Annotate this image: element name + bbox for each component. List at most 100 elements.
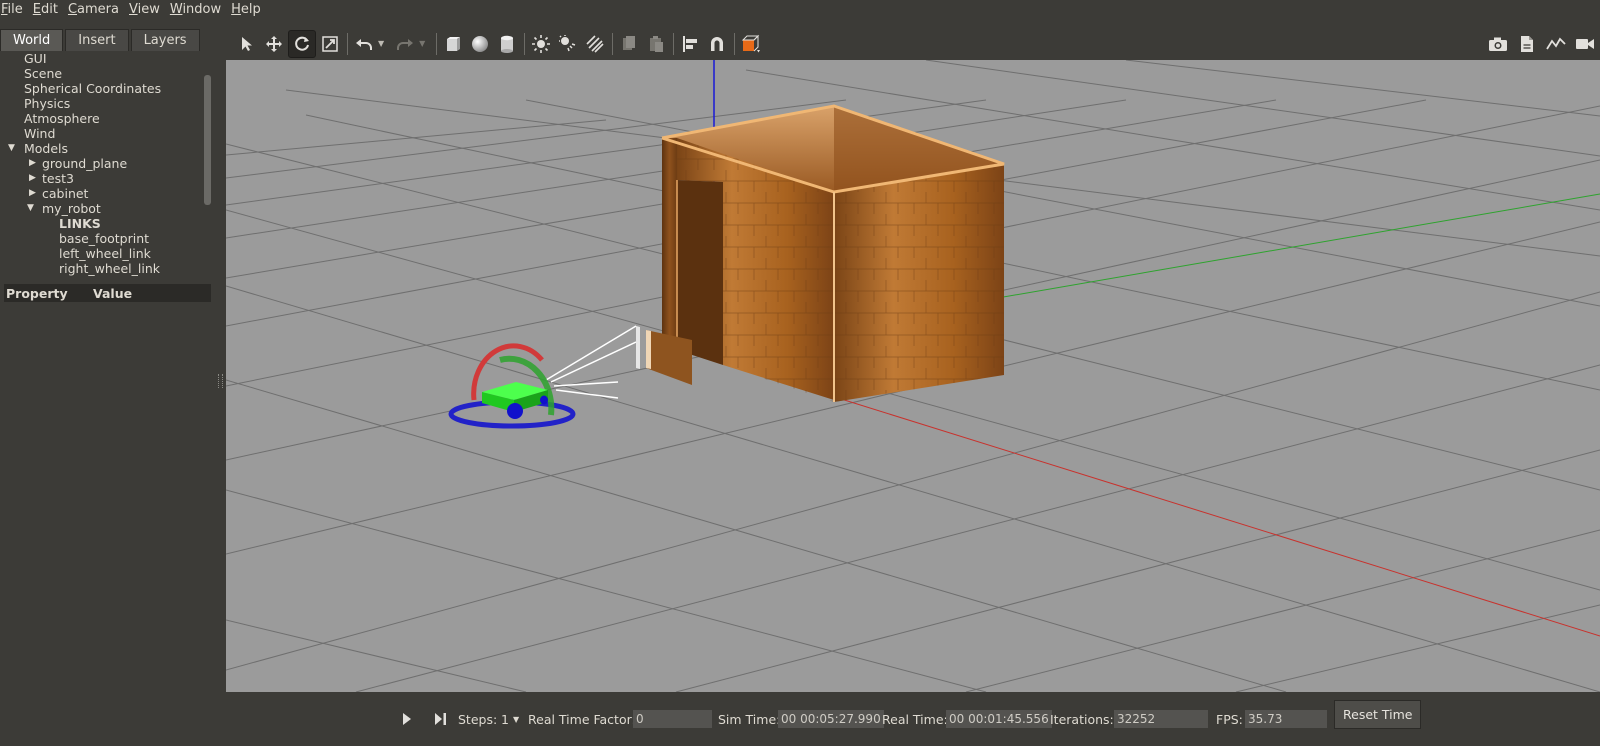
steps-label: Steps:	[458, 711, 498, 727]
scale-icon[interactable]	[317, 31, 343, 57]
property-column-header: Property	[6, 285, 68, 301]
redo-dropdown-icon[interactable]: ▼	[419, 39, 425, 48]
paste-icon[interactable]	[643, 31, 669, 57]
rotate-icon[interactable]	[288, 29, 316, 58]
menu-file-label: ile	[7, 2, 23, 17]
align-icon[interactable]	[677, 31, 703, 57]
tree-item-spherical-coordinates[interactable]: Spherical Coordinates	[5, 81, 215, 96]
menu-edit-mnemonic: E	[32, 2, 41, 17]
toolbar: ▼ ▼	[226, 28, 1600, 59]
toolbar-separator	[612, 32, 614, 55]
undo-dropdown-icon[interactable]: ▼	[378, 39, 384, 48]
menu-file[interactable]: File	[1, 2, 31, 17]
real-time-factor-field: 0	[633, 710, 712, 728]
fps-field: 35.73	[1245, 710, 1327, 728]
redo-icon[interactable]	[392, 31, 418, 57]
video-record-icon[interactable]	[1571, 31, 1599, 57]
real-time-factor-label: Real Time Factor:	[528, 711, 636, 727]
expand-down-icon[interactable]: ▼	[8, 141, 15, 156]
tree-item-test3-label: test3	[42, 171, 74, 186]
menu-window-mnemonic: W	[169, 2, 183, 17]
menu-help[interactable]: Help	[231, 2, 269, 17]
sphere-icon[interactable]	[467, 31, 493, 57]
menu-camera[interactable]: Camera	[68, 2, 127, 17]
menu-edit-label: dit	[41, 2, 58, 17]
expand-right-icon[interactable]: ▶	[29, 186, 36, 201]
point-light-icon[interactable]	[528, 31, 554, 57]
menu-edit[interactable]: Edit	[33, 2, 66, 17]
expand-right-icon[interactable]: ▶	[29, 171, 36, 186]
tree-item-my-robot-label: my_robot	[42, 201, 101, 216]
translate-icon[interactable]	[261, 31, 287, 57]
directional-light-icon[interactable]	[582, 31, 608, 57]
tree-item-scene[interactable]: Scene	[5, 66, 215, 81]
tree-item-cabinet-label: cabinet	[42, 186, 89, 201]
box-icon[interactable]	[440, 31, 466, 57]
tree-item-test3[interactable]: ▶ test3	[5, 171, 215, 186]
view-angle-icon[interactable]	[738, 31, 764, 57]
y-axis-line	[985, 193, 1600, 301]
tree-item-right-wheel-link[interactable]: right_wheel_link	[5, 261, 215, 276]
menu-bar: File Edit Camera View Window Help	[0, 0, 1600, 19]
fps-label: FPS:	[1216, 711, 1243, 727]
cylinder-icon[interactable]	[494, 31, 520, 57]
expand-down-icon[interactable]: ▼	[27, 201, 34, 216]
sim-time-field: 00 00:05:27.990	[778, 710, 884, 728]
spot-light-icon[interactable]	[555, 31, 581, 57]
menu-view-mnemonic: V	[129, 2, 138, 17]
tree-item-base-footprint[interactable]: base_footprint	[5, 231, 215, 246]
iterations-label: Iterations:	[1050, 711, 1114, 727]
tree-item-left-wheel-link[interactable]: left_wheel_link	[5, 246, 215, 261]
panel-splitter[interactable]	[215, 52, 225, 746]
menu-view[interactable]: View	[129, 2, 168, 17]
tree-item-ground-plane[interactable]: ▶ ground_plane	[5, 156, 215, 171]
tree-item-models-label: Models	[24, 141, 69, 156]
menu-window-label: indow	[182, 2, 222, 17]
tree-scrollbar[interactable]	[204, 75, 211, 205]
scene-render	[226, 60, 1600, 692]
tree-item-gui[interactable]: GUI	[5, 51, 215, 66]
tree-item-links[interactable]: LINKS	[5, 216, 215, 231]
real-time-label: Real Time:	[882, 711, 948, 727]
select-arrow-icon[interactable]	[234, 31, 260, 57]
tree-item-my-robot[interactable]: ▼ my_robot	[5, 201, 215, 216]
cabinet-model[interactable]	[661, 104, 1005, 402]
3d-viewport[interactable]	[226, 60, 1600, 692]
screenshot-camera-icon[interactable]	[1484, 31, 1512, 57]
chevron-down-icon[interactable]: ▼	[513, 715, 519, 724]
menu-camera-label: amera	[77, 2, 119, 17]
tab-layers[interactable]: Layers	[130, 29, 200, 51]
panel-tabs: World Insert Layers	[0, 29, 202, 51]
tree-item-wind[interactable]: Wind	[5, 126, 215, 141]
property-table-header: Property Value	[4, 284, 211, 302]
steps-spinbox[interactable]: 1 ▼	[501, 692, 519, 746]
tab-insert[interactable]: Insert	[65, 29, 129, 51]
copy-icon[interactable]	[616, 31, 642, 57]
menu-window[interactable]: Window	[170, 2, 229, 17]
real-time-field: 00 00:01:45.556	[946, 710, 1052, 728]
tab-world[interactable]: World	[0, 29, 64, 51]
sim-time-label: Sim Time:	[718, 711, 781, 727]
property-table-body	[4, 302, 211, 742]
menu-help-label: elp	[240, 2, 261, 17]
tree-item-physics[interactable]: Physics	[5, 96, 215, 111]
menu-help-mnemonic: H	[231, 2, 241, 17]
value-column-header: Value	[93, 285, 133, 301]
tree-item-models[interactable]: ▼ Models	[5, 141, 215, 156]
play-icon[interactable]	[402, 692, 412, 746]
tree-item-atmosphere[interactable]: Atmosphere	[5, 111, 215, 126]
my-robot-model[interactable]	[482, 382, 548, 419]
world-tree: GUI Scene Spherical Coordinates Physics …	[5, 51, 215, 283]
toolbar-separator	[436, 32, 438, 55]
log-icon[interactable]	[1513, 31, 1541, 57]
plot-icon[interactable]	[1542, 31, 1570, 57]
step-icon[interactable]	[434, 692, 448, 746]
expand-right-icon[interactable]: ▶	[29, 156, 36, 171]
undo-icon[interactable]	[351, 31, 377, 57]
toolbar-separator	[673, 32, 675, 55]
splitter-grip[interactable]	[218, 374, 223, 388]
snap-magnet-icon[interactable]	[704, 31, 730, 57]
tree-item-cabinet[interactable]: ▶ cabinet	[5, 186, 215, 201]
reset-time-button[interactable]: Reset Time	[1334, 700, 1422, 729]
left-panel: World Insert Layers GUI Scene Spherical …	[0, 19, 221, 746]
